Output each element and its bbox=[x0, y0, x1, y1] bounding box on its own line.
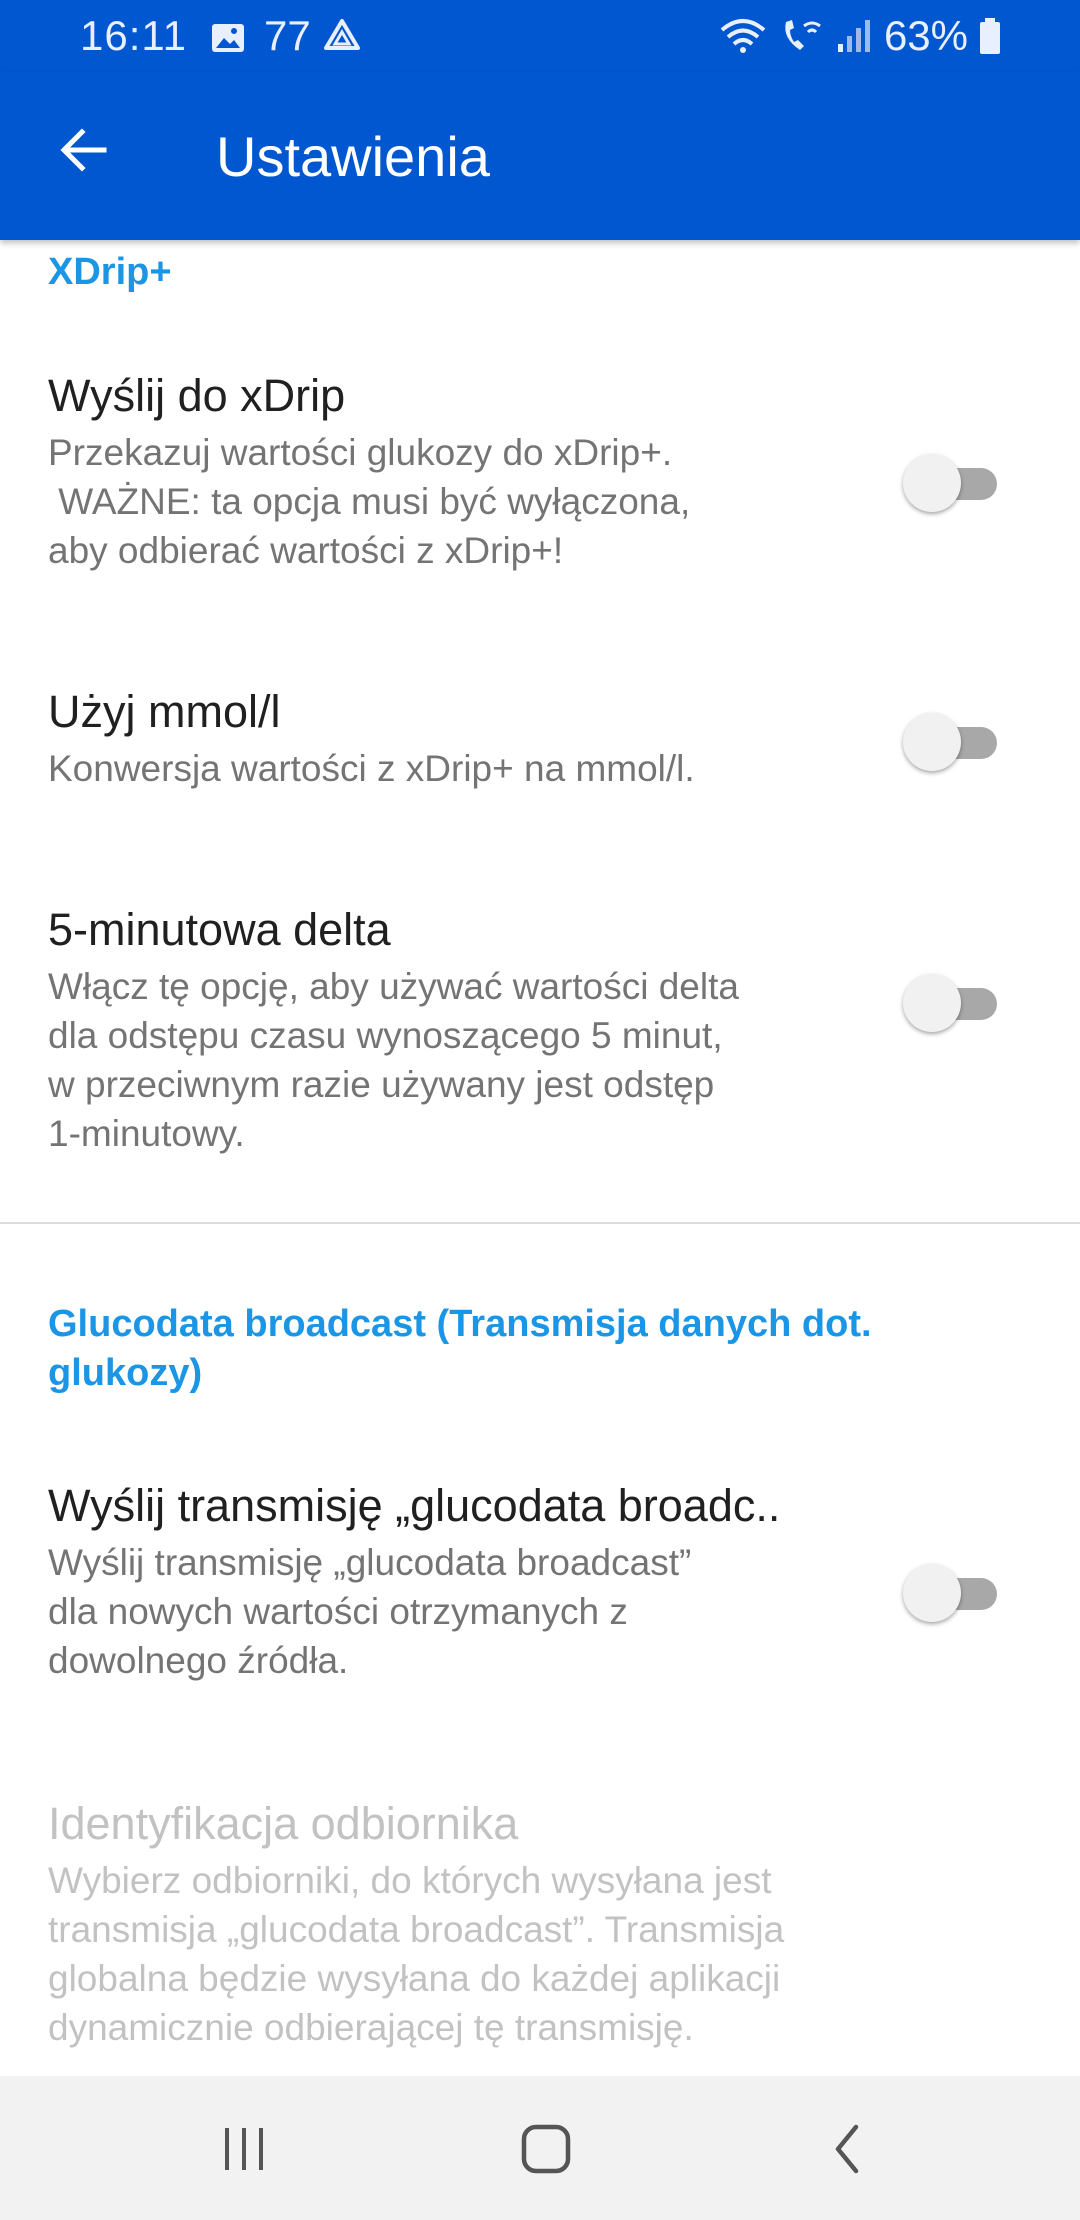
pref-summary: Wybierz odbiorniki, do których wysyłana … bbox=[48, 1860, 785, 2048]
back-button[interactable] bbox=[44, 112, 124, 192]
back-nav-button[interactable] bbox=[808, 2116, 888, 2186]
five-minute-delta-switch[interactable] bbox=[903, 972, 999, 1032]
pref-send-to-xdrip[interactable]: Wyślij do xDrip Przekazuj wartości gluko… bbox=[0, 368, 1080, 668]
battery-percent: 63% bbox=[883, 12, 968, 59]
app-bar: Ustawienia bbox=[0, 72, 1080, 240]
send-to-xdrip-switch[interactable] bbox=[903, 452, 999, 512]
notification-count: 77 bbox=[264, 12, 311, 59]
gallery-icon bbox=[210, 18, 246, 66]
back-nav-icon bbox=[828, 2122, 868, 2181]
pref-summary: Przekazuj wartości glukozy do xDrip+. WA… bbox=[48, 432, 691, 571]
pref-receiver-identification: Identyfikacja odbiornika Wybierz odbiorn… bbox=[0, 1796, 1080, 2076]
pref-send-glucodata-broadcast[interactable]: Wyślij transmisję „glucodata broadc.. Wy… bbox=[0, 1478, 1080, 1738]
navigation-bar bbox=[0, 2076, 1080, 2220]
recents-icon bbox=[219, 2124, 269, 2179]
page-title: Ustawienia bbox=[216, 125, 490, 188]
section-header-glucodata: Glucodata broadcast (Transmisja danych d… bbox=[48, 1303, 872, 1394]
pref-use-mmol[interactable]: Użyj mmol/l Konwersja wartości z xDrip+ … bbox=[0, 684, 1080, 864]
pref-summary: Wyślij transmisję „glucodata broadcast” … bbox=[48, 1542, 692, 1681]
settings-list[interactable]: XDrip+ Wyślij do xDrip Przekazuj wartośc… bbox=[0, 240, 1080, 2076]
section-divider bbox=[0, 1222, 1080, 1224]
battery-icon bbox=[978, 16, 1002, 56]
pref-title: Użyj mmol/l bbox=[48, 686, 281, 737]
pref-summary: Włącz tę opcję, aby używać wartości delt… bbox=[48, 966, 739, 1154]
arrow-back-icon bbox=[56, 122, 112, 183]
status-time: 16:11 bbox=[80, 12, 187, 59]
pref-title: Identyfikacja odbiornika bbox=[48, 1798, 519, 1849]
pref-title: Wyślij do xDrip bbox=[48, 370, 346, 421]
pref-title: 5-minutowa delta bbox=[48, 904, 391, 955]
pref-five-minute-delta[interactable]: 5-minutowa delta Włącz tę opcję, aby uży… bbox=[0, 902, 1080, 1202]
signal-icon bbox=[834, 16, 874, 56]
use-mmol-switch[interactable] bbox=[903, 711, 999, 771]
section-header-xdrip: XDrip+ bbox=[48, 251, 172, 293]
pref-title: Wyślij transmisję „glucodata broadc.. bbox=[48, 1480, 781, 1531]
recents-button[interactable] bbox=[204, 2116, 284, 2186]
drive-icon bbox=[322, 16, 362, 66]
glucodata-broadcast-switch[interactable] bbox=[903, 1562, 999, 1622]
wifi-icon bbox=[718, 16, 768, 56]
home-icon bbox=[519, 2122, 573, 2181]
pref-summary: Konwersja wartości z xDrip+ na mmol/l. bbox=[48, 748, 695, 789]
status-bar: 16:11 77 63% bbox=[0, 0, 1080, 72]
home-button[interactable] bbox=[506, 2116, 586, 2186]
wifi-calling-icon bbox=[778, 16, 824, 56]
